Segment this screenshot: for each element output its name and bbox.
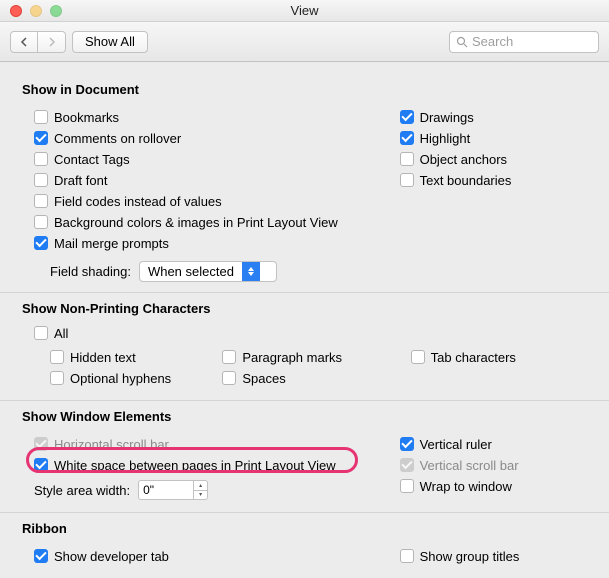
checkbox-icon [34,110,48,124]
checkbox-icon [400,549,414,563]
checkbox-icon [34,152,48,166]
zoom-window-button[interactable] [50,5,62,17]
section-title-show-in-document: Show in Document [22,82,587,97]
style-area-width-input[interactable] [138,480,194,500]
style-area-width-label: Style area width: [34,483,130,498]
checkbox-field-codes[interactable]: Field codes instead of values [22,192,388,210]
search-placeholder: Search [472,34,513,49]
checkbox-draft-font[interactable]: Draft font [22,171,388,189]
checkbox-icon [34,173,48,187]
checkbox-icon [34,236,48,250]
checkbox-vertical-scroll: Vertical scroll bar [388,456,587,474]
section-title-ribbon: Ribbon [22,521,587,536]
checkbox-hidden-text[interactable]: Hidden text [22,348,210,366]
checkbox-icon [400,479,414,493]
checkbox-spaces[interactable]: Spaces [210,369,398,387]
search-icon [456,36,468,48]
section-title-nonprinting: Show Non-Printing Characters [22,301,587,316]
checkbox-icon [50,371,64,385]
checkbox-comments-rollover[interactable]: Comments on rollover [22,129,388,147]
checkbox-icon [34,215,48,229]
window-title: View [0,3,609,18]
checkbox-icon [34,437,48,451]
forward-button[interactable] [38,31,66,53]
checkbox-bookmarks[interactable]: Bookmarks [22,108,388,126]
checkbox-all[interactable]: All [22,324,587,342]
minimize-window-button[interactable] [30,5,42,17]
checkbox-vertical-ruler[interactable]: Vertical ruler [388,435,587,453]
checkbox-tab-characters[interactable]: Tab characters [399,348,587,366]
checkbox-object-anchors[interactable]: Object anchors [388,150,587,168]
checkbox-icon [400,110,414,124]
checkbox-white-space-pages[interactable]: White space between pages in Print Layou… [22,456,388,474]
titlebar: View [0,0,609,22]
checkbox-icon [34,326,48,340]
checkbox-wrap-window[interactable]: Wrap to window [388,477,587,495]
checkbox-icon [34,458,48,472]
nav-segment [10,31,66,53]
checkbox-icon [222,371,236,385]
checkbox-icon [400,152,414,166]
chevron-down-icon: ▾ [194,491,207,500]
checkbox-contact-tags[interactable]: Contact Tags [22,150,388,168]
toolbar: Show All Search [0,22,609,62]
content: Show in Document Bookmarks Comments on r… [0,62,609,578]
checkbox-horizontal-scroll: Horizontal scroll bar [22,435,388,453]
checkbox-optional-hyphens[interactable]: Optional hyphens [22,369,210,387]
field-shading-label: Field shading: [50,264,131,279]
checkbox-icon [411,350,425,364]
checkbox-developer-tab[interactable]: Show developer tab [22,547,388,565]
checkbox-drawings[interactable]: Drawings [388,108,587,126]
checkbox-icon [400,173,414,187]
show-all-button[interactable]: Show All [72,31,148,53]
checkbox-icon [34,549,48,563]
checkbox-background-colors[interactable]: Background colors & images in Print Layo… [22,213,388,231]
checkbox-icon [400,131,414,145]
style-area-width-field[interactable]: ▴▾ [138,480,208,500]
checkbox-mail-merge[interactable]: Mail merge prompts [22,234,388,252]
checkbox-icon [34,194,48,208]
checkbox-group-titles[interactable]: Show group titles [388,547,587,565]
close-window-button[interactable] [10,5,22,17]
select-arrows-icon [242,262,260,281]
checkbox-paragraph-marks[interactable]: Paragraph marks [210,348,398,366]
checkbox-text-boundaries[interactable]: Text boundaries [388,171,587,189]
checkbox-icon [50,350,64,364]
field-shading-select[interactable]: When selected [139,261,277,282]
back-button[interactable] [10,31,38,53]
checkbox-icon [34,131,48,145]
section-title-window-elements: Show Window Elements [22,409,587,424]
checkbox-icon [400,458,414,472]
checkbox-highlight[interactable]: Highlight [388,129,587,147]
checkbox-icon [400,437,414,451]
search-field[interactable]: Search [449,31,599,53]
chevron-up-icon: ▴ [194,481,207,491]
checkbox-icon [222,350,236,364]
stepper[interactable]: ▴▾ [194,480,208,500]
traffic-lights [0,5,62,17]
